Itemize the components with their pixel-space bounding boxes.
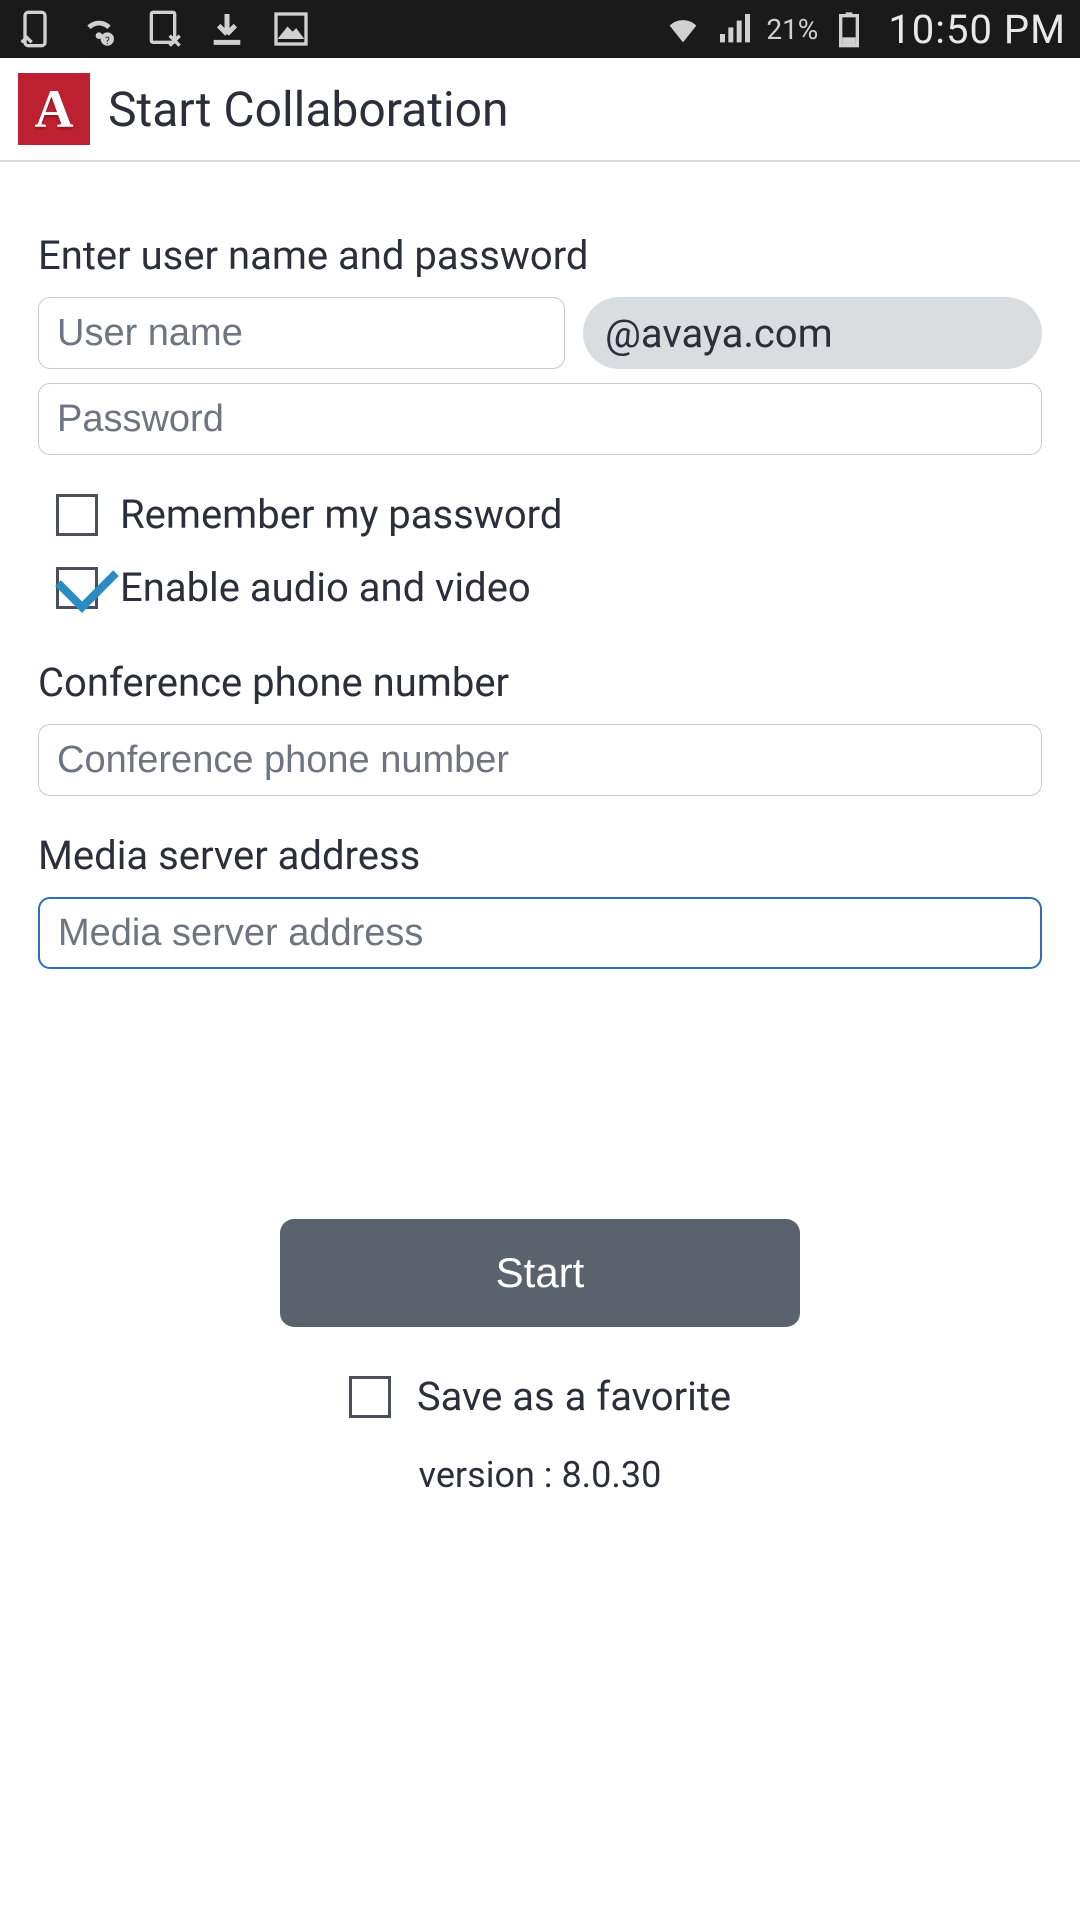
version-label: version : 8.0.30 <box>419 1454 662 1496</box>
save-favorite-row[interactable]: Save as a favorite <box>349 1373 731 1420</box>
password-input[interactable] <box>38 383 1042 455</box>
bottom-actions: Start Save as a favorite version : 8.0.3… <box>38 1219 1042 1496</box>
battery-percent: 21% <box>766 13 818 46</box>
image-icon <box>270 8 312 50</box>
media-server-title: Media server address <box>38 832 1042 879</box>
wifi-icon <box>662 8 704 50</box>
wifi-help-icon: ? <box>78 8 120 50</box>
remember-password-checkbox[interactable] <box>56 494 98 536</box>
app-logo-letter: A <box>35 78 74 140</box>
conf-phone-title: Conference phone number <box>38 659 1042 706</box>
app-logo-icon: A <box>18 73 90 145</box>
credentials-title: Enter user name and password <box>38 232 1042 279</box>
status-bar: ? 21% 10:50 PM <box>0 0 1080 58</box>
start-button[interactable]: Start <box>280 1219 800 1327</box>
status-left-icons: ? <box>14 8 312 50</box>
remember-password-row[interactable]: Remember my password <box>38 491 1042 538</box>
enable-av-row[interactable]: Enable audio and video <box>38 564 1042 611</box>
svg-text:?: ? <box>105 36 110 47</box>
status-right: 21% 10:50 PM <box>662 6 1066 53</box>
conf-phone-input[interactable] <box>38 724 1042 796</box>
signal-icon <box>714 8 756 50</box>
device-sync-icon <box>14 8 56 50</box>
save-favorite-checkbox[interactable] <box>349 1376 391 1418</box>
username-input[interactable] <box>38 297 565 369</box>
domain-suffix-chip[interactable]: @avaya.com <box>583 297 1042 369</box>
form-content: Enter user name and password @avaya.com … <box>0 162 1080 1496</box>
remember-password-label: Remember my password <box>120 491 562 538</box>
page-title: Start Collaboration <box>108 81 508 138</box>
sim-error-icon <box>142 8 184 50</box>
download-icon <box>206 8 248 50</box>
enable-av-checkbox[interactable] <box>56 567 98 609</box>
clock-time: 10:50 PM <box>888 6 1066 53</box>
battery-icon <box>828 8 870 50</box>
enable-av-label: Enable audio and video <box>120 564 531 611</box>
app-header: A Start Collaboration <box>0 58 1080 162</box>
username-row: @avaya.com <box>38 297 1042 369</box>
media-server-input[interactable] <box>38 897 1042 969</box>
save-favorite-label: Save as a favorite <box>417 1373 731 1420</box>
